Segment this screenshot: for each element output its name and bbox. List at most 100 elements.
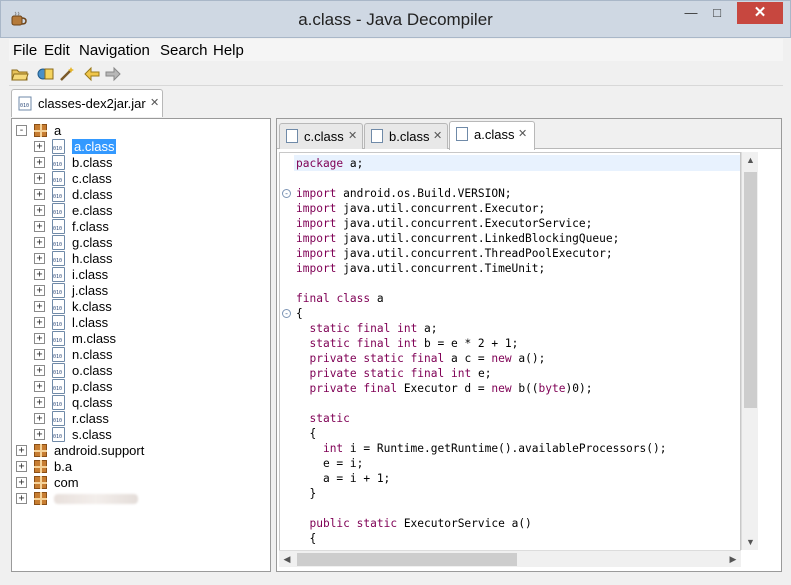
tree-class-node[interactable]: + j.class — [12, 283, 270, 299]
vertical-scroll-thumb[interactable] — [744, 172, 757, 408]
expand-icon[interactable]: + — [34, 301, 45, 312]
tree-node-label: l.class — [72, 315, 109, 330]
tree-package-node[interactable]: + android.support — [12, 443, 270, 459]
close-tab-icon[interactable]: ✕ — [433, 129, 442, 142]
close-tab-icon[interactable]: ✕ — [348, 129, 357, 142]
maximize-button[interactable]: □ — [704, 2, 730, 24]
expand-icon[interactable]: + — [34, 333, 45, 344]
tree-node-label: g.class — [72, 235, 113, 250]
code-line: } — [296, 487, 317, 500]
vertical-scrollbar[interactable]: ▲ ▼ — [741, 152, 758, 550]
expand-icon[interactable]: + — [34, 173, 45, 184]
tree-package-node[interactable]: + b.a — [12, 459, 270, 475]
code-line: import java.util.concurrent.ExecutorServ… — [296, 217, 593, 230]
scroll-left-icon[interactable]: ◀ — [279, 551, 295, 568]
horizontal-scrollbar[interactable]: ◀ ▶ — [279, 550, 741, 567]
tree-package-node[interactable]: -a — [12, 123, 270, 139]
expand-icon[interactable]: + — [16, 445, 27, 456]
menu-bar: File Edit Navigation Search Help — [9, 39, 783, 61]
menu-help[interactable]: Help — [213, 42, 244, 59]
menu-navigation[interactable]: Navigation — [79, 42, 150, 59]
class-file-icon — [52, 347, 65, 362]
tree-class-node[interactable]: + n.class — [12, 347, 270, 363]
tree-class-node[interactable]: + l.class — [12, 315, 270, 331]
expand-icon[interactable]: + — [34, 285, 45, 296]
tree-class-node[interactable]: + k.class — [12, 299, 270, 315]
open-folder-icon[interactable] — [11, 66, 29, 82]
tree-class-node[interactable]: + m.class — [12, 331, 270, 347]
tab-label: classes-dex2jar.jar — [38, 96, 146, 111]
tree-class-node[interactable]: + e.class — [12, 203, 270, 219]
menu-edit[interactable]: Edit — [44, 42, 70, 59]
code-view[interactable]: package a; import android.os.Build.VERSIO… — [279, 152, 741, 566]
tree-class-node[interactable]: + f.class — [12, 219, 270, 235]
tab-classes-jar[interactable]: 010 classes-dex2jar.jar ✕ — [11, 89, 163, 117]
class-file-icon — [371, 129, 383, 143]
scroll-up-icon[interactable]: ▲ — [742, 152, 759, 168]
tree-class-node[interactable]: + r.class — [12, 411, 270, 427]
open-type-icon[interactable] — [36, 66, 54, 82]
code-line: private final Executor d = new b((byte)0… — [309, 382, 593, 395]
expand-icon[interactable]: + — [34, 317, 45, 328]
menu-search[interactable]: Search — [160, 42, 208, 59]
tree-package-node[interactable]: + — [12, 491, 270, 507]
tree-class-node[interactable]: + d.class — [12, 187, 270, 203]
close-tab-icon[interactable]: ✕ — [518, 127, 527, 140]
package-icon — [34, 476, 47, 489]
expand-icon[interactable]: + — [34, 205, 45, 216]
tree-node-label: o.class — [72, 363, 113, 378]
expand-icon[interactable]: + — [34, 157, 45, 168]
expand-icon[interactable]: + — [34, 269, 45, 280]
expand-icon[interactable]: + — [16, 461, 27, 472]
tab-c-class[interactable]: c.class ✕ — [279, 123, 363, 149]
tree-class-node[interactable]: + q.class — [12, 395, 270, 411]
close-tab-icon[interactable]: ✕ — [150, 96, 159, 109]
tree-node-label: a.class — [72, 139, 117, 154]
code-line: static final int b = e * 2 + 1; — [309, 337, 519, 350]
horizontal-scroll-thumb[interactable] — [297, 553, 517, 566]
expand-icon[interactable]: + — [34, 349, 45, 360]
expand-icon[interactable]: + — [34, 189, 45, 200]
tree-class-node[interactable]: + a.class — [12, 139, 270, 155]
back-arrow-icon[interactable] — [83, 66, 101, 82]
tab-b-class[interactable]: b.class ✕ — [364, 123, 448, 149]
tree-node-label: c.class — [72, 171, 112, 186]
tab-a-class[interactable]: a.class ✕ — [449, 121, 535, 150]
collapse-icon[interactable]: - — [16, 125, 27, 136]
wand-icon[interactable] — [58, 66, 76, 82]
menu-file[interactable]: File — [13, 42, 37, 59]
tab-label: b.class — [389, 129, 430, 144]
tree-class-node[interactable]: + b.class — [12, 155, 270, 171]
redacted-label — [54, 494, 138, 504]
expand-icon[interactable]: + — [34, 237, 45, 248]
expand-icon[interactable]: + — [34, 413, 45, 424]
forward-arrow-icon[interactable] — [104, 66, 122, 82]
expand-icon[interactable]: + — [34, 221, 45, 232]
minimize-button[interactable]: — — [678, 2, 704, 24]
expand-icon[interactable]: + — [16, 493, 27, 504]
tree-node-label: h.class — [72, 251, 113, 266]
tree-class-node[interactable]: + p.class — [12, 379, 270, 395]
tree-class-node[interactable]: + i.class — [12, 267, 270, 283]
tree-class-node[interactable]: + s.class — [12, 427, 270, 443]
fold-toggle-icon[interactable]: - — [282, 189, 291, 198]
expand-icon[interactable]: + — [34, 365, 45, 376]
tree-class-node[interactable]: + o.class — [12, 363, 270, 379]
tree-class-node[interactable]: + c.class — [12, 171, 270, 187]
tree-class-node[interactable]: + g.class — [12, 235, 270, 251]
tree-node-label: f.class — [72, 219, 109, 234]
expand-icon[interactable]: + — [34, 381, 45, 392]
expand-icon[interactable]: + — [16, 477, 27, 488]
scroll-right-icon[interactable]: ▶ — [725, 551, 741, 568]
tree-package-node[interactable]: + com — [12, 475, 270, 491]
class-file-icon — [52, 155, 65, 170]
tree-class-node[interactable]: + h.class — [12, 251, 270, 267]
expand-icon[interactable]: + — [34, 429, 45, 440]
tree-node-label: q.class — [72, 395, 113, 410]
scroll-down-icon[interactable]: ▼ — [742, 534, 759, 550]
expand-icon[interactable]: + — [34, 397, 45, 408]
close-button[interactable]: ✕ — [737, 2, 783, 24]
fold-toggle-icon[interactable]: - — [282, 309, 291, 318]
expand-icon[interactable]: + — [34, 253, 45, 264]
expand-icon[interactable]: + — [34, 141, 45, 152]
